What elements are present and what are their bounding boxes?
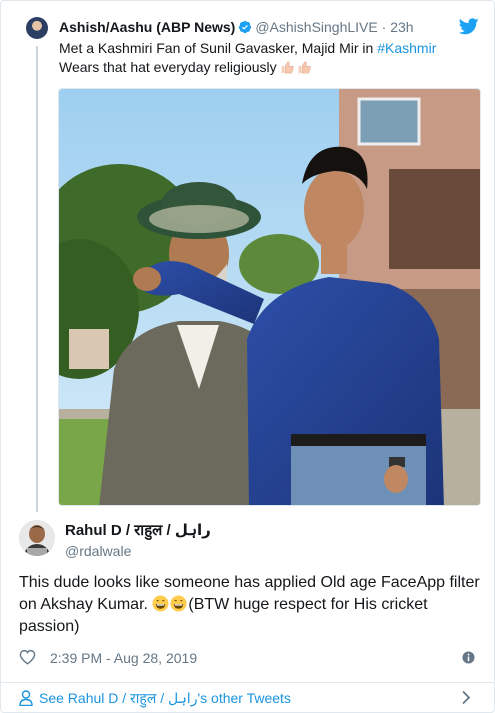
avatar-image <box>19 520 55 556</box>
quoted-author-name[interactable]: Ashish/Aashu (ABP News) <box>59 19 235 35</box>
embedded-tweet-card: Ashish/Aashu (ABP News) @AshishSinghLIVE … <box>0 0 495 713</box>
verified-badge-icon <box>239 20 252 34</box>
reply-author-handle[interactable]: @rdalwale <box>65 542 131 560</box>
info-icon[interactable] <box>462 651 475 664</box>
twitter-bird-icon[interactable] <box>459 18 479 35</box>
tweet-photo[interactable] <box>58 88 481 506</box>
grinning-face-emoji-icon <box>152 595 169 612</box>
quoted-author-handle[interactable]: @AshishSinghLIVE <box>255 19 377 35</box>
thumbs-up-emoji-icon <box>298 61 311 74</box>
photo-illustration <box>59 89 480 505</box>
tweet-text: This dude looks like someone has applied… <box>19 572 484 638</box>
tweet-timestamp[interactable]: 2:39 PM - Aug 28, 2019 <box>50 649 197 667</box>
header-separator: · <box>381 19 387 35</box>
hashtag-link[interactable]: #Kashmir <box>377 40 436 56</box>
thumbs-up-emoji-icon <box>281 61 294 74</box>
quoted-author-avatar[interactable] <box>26 17 48 39</box>
quoted-text-line2: Wears that hat everyday religiously <box>59 59 277 75</box>
quoted-tweet-text: Met a Kashmiri Fan of Sunil Gavasker, Ma… <box>59 39 479 77</box>
grinning-face-emoji-icon <box>170 595 187 612</box>
person-icon <box>19 690 33 706</box>
other-tweets-link[interactable]: See Rahul D / राहुल / راہل's other Tweet… <box>39 689 291 707</box>
heart-icon[interactable] <box>19 649 36 665</box>
thread-connector-line <box>36 46 38 512</box>
quoted-text-line1: Met a Kashmiri Fan of Sunil Gavasker, Ma… <box>59 40 378 56</box>
quoted-tweet-time[interactable]: 23h <box>390 19 413 35</box>
chevron-right-icon[interactable] <box>461 690 471 705</box>
tweet-footer[interactable]: See Rahul D / राहुल / راہل's other Tweet… <box>1 683 494 712</box>
tweet-meta-row: 2:39 PM - Aug 28, 2019 <box>19 649 481 667</box>
reply-author-avatar[interactable] <box>19 520 55 556</box>
reply-author-name[interactable]: Rahul D / राहुल / راہل <box>65 522 211 540</box>
quoted-tweet-header: Ashish/Aashu (ABP News) @AshishSinghLIVE … <box>59 18 414 36</box>
